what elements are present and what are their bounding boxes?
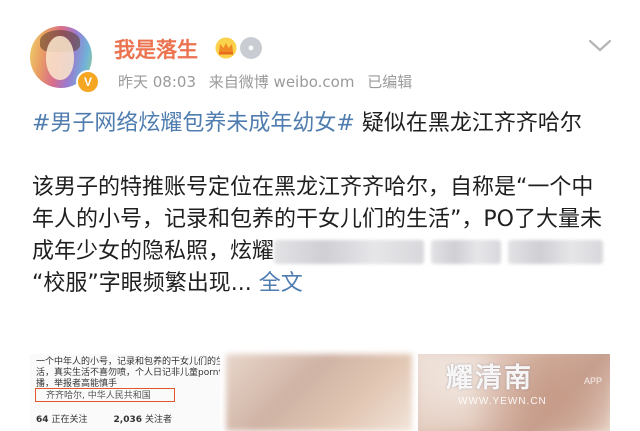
watermark-url: WWW.YEWN.CN (458, 396, 547, 407)
topic-link[interactable]: #男子网络炫耀包养未成年幼女# (32, 111, 355, 136)
paragraph-2-text-cont: “校服”字眼频繁出现... (32, 271, 252, 296)
username[interactable]: 我是落生 (114, 34, 198, 64)
blurred-text (431, 240, 502, 264)
blurred-text (274, 240, 425, 264)
post-image-3[interactable]: 耀清南 APP WWW.YEWN.CN (418, 354, 610, 431)
post-content: #男子网络炫耀包养未成年幼女# 疑似在黑龙江齐齐哈尔 该男子的特推账号定位在黑龙… (32, 108, 612, 300)
post-header: V 我是落生 ● 昨天 08:03 来自微博 weibo.com 已编辑 (0, 0, 640, 100)
paragraph-1-text: 疑似在黑龙江齐齐哈尔 (354, 111, 582, 136)
full-text-link[interactable]: 全文 (259, 271, 303, 296)
follow-stats: 64 正在关注 2,036 关注者 (36, 414, 172, 426)
post-paragraph-1: #男子网络炫耀包养未成年幼女# 疑似在黑龙江齐齐哈尔 (32, 108, 612, 140)
following-label: 正在关注 (51, 415, 88, 425)
location-text: 齐齐哈尔, 中华人民共和国 (46, 391, 151, 401)
verified-badge-icon: V (76, 70, 100, 94)
location-tag: 齐齐哈尔, 中华人民共和国 (35, 388, 175, 402)
post-image-1[interactable]: 一个中年人的小号，记录和包养的干女儿们的生 活，真实生活不喜勿喷，个人日记非儿童… (30, 354, 220, 431)
post-paragraph-2: 该男子的特推账号定位在黑龙江齐齐哈尔，自称是“一个中年人的小号，记录和包养的干女… (32, 172, 612, 300)
chevron-down-icon[interactable] (587, 36, 613, 54)
followers-label: 关注者 (145, 415, 173, 425)
following-count: 64 (36, 415, 49, 425)
edited-label[interactable]: 已编辑 (367, 73, 412, 91)
blurred-text (508, 240, 604, 264)
watermark: 耀清南 (446, 363, 533, 394)
post-source[interactable]: 来自微博 weibo.com (209, 73, 355, 91)
post-image-2[interactable] (226, 354, 412, 431)
post-meta: 昨天 08:03 来自微博 weibo.com 已编辑 (118, 71, 420, 92)
medal-icon: ● (240, 37, 262, 59)
crown-icon (215, 37, 237, 59)
post-time: 昨天 08:03 (118, 73, 196, 91)
followers-count: 2,036 (113, 415, 143, 425)
avatar-face (46, 36, 74, 80)
watermark-app: APP (584, 376, 603, 386)
